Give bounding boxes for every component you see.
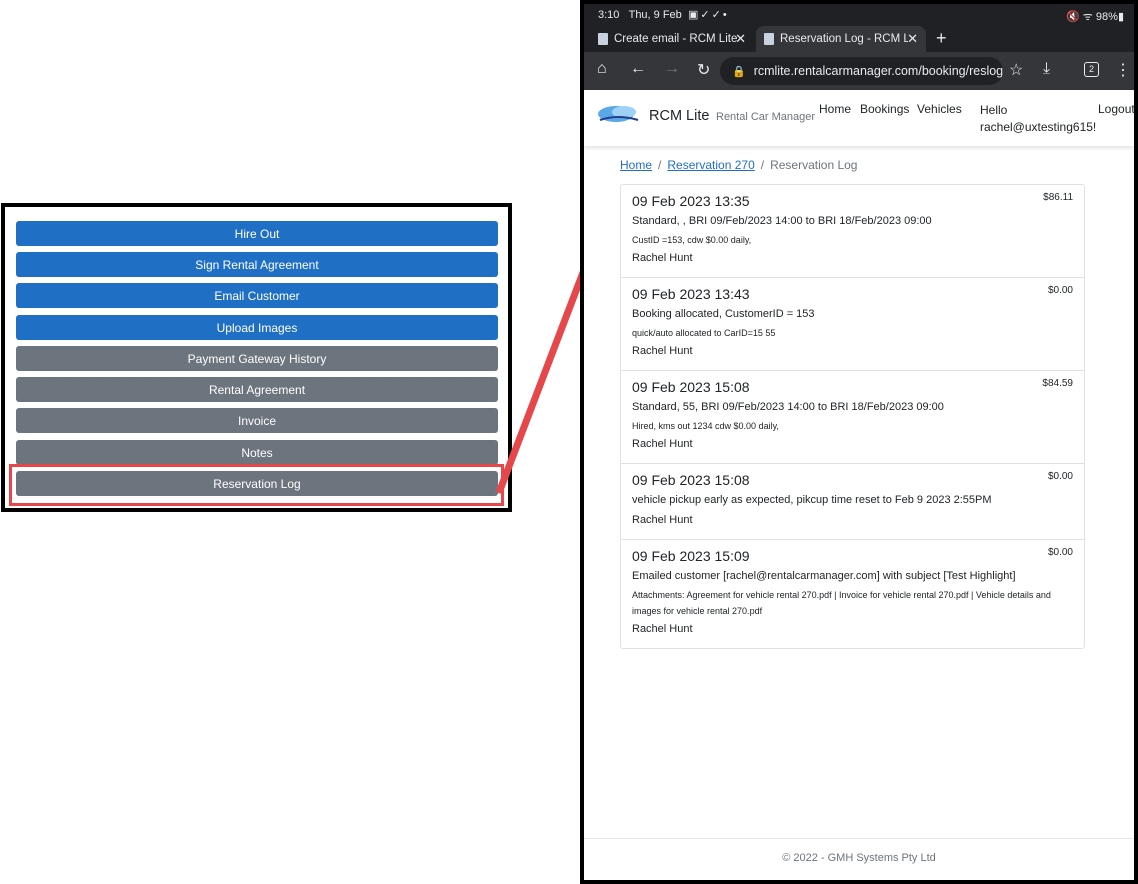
notification-icons: ▣✓✓•	[688, 9, 729, 21]
log-user: Rachel Hunt	[632, 345, 693, 357]
page-icon	[764, 33, 774, 45]
footer-copyright: © 2022 - GMH Systems Pty Ltd	[782, 852, 936, 864]
home-icon[interactable]: ⌂	[597, 60, 607, 78]
site-brand[interactable]: RCM Lite	[649, 108, 709, 124]
back-icon[interactable]: ←	[630, 60, 646, 78]
close-tab-icon[interactable]: ✕	[907, 31, 918, 47]
nav-bookings-link[interactable]: Bookings	[860, 102, 909, 116]
breadcrumb-home-link[interactable]: Home	[620, 158, 652, 172]
log-entry: 09 Feb 2023 15:08 $0.00 vehicle pickup e…	[621, 464, 1084, 540]
notes-button[interactable]: Notes	[16, 440, 498, 465]
log-detail: Attachments: Agreement for vehicle renta…	[632, 590, 1051, 616]
reload-icon[interactable]: ↻	[697, 60, 710, 80]
tab-reservation-log[interactable]: Reservation Log - RCM Lite ✕	[756, 26, 926, 52]
nav-home-link[interactable]: Home	[819, 102, 851, 116]
user-greeting[interactable]: Hello rachel@uxtesting615!	[980, 102, 1096, 136]
new-tab-icon[interactable]: +	[936, 28, 947, 49]
breadcrumb-current: Reservation Log	[770, 158, 858, 172]
bookmark-star-icon[interactable]: ☆	[1009, 60, 1023, 80]
rental-agreement-button[interactable]: Rental Agreement	[16, 377, 498, 402]
site-navbar: RCM Lite Rental Car Manager Home Booking…	[584, 90, 1135, 146]
log-amount: $0.00	[1047, 547, 1073, 558]
forward-icon[interactable]: →	[664, 60, 680, 78]
log-entry: 09 Feb 2023 15:09 $0.00 Emailed customer…	[621, 540, 1084, 648]
log-user: Rachel Hunt	[632, 438, 693, 450]
web-page: RCM Lite Rental Car Manager Home Booking…	[584, 90, 1135, 880]
log-amount: $0.00	[1047, 471, 1073, 482]
log-date: 09 Feb 2023 15:09	[632, 548, 750, 564]
address-bar[interactable]: 🔒 rcmlite.rentalcarmanager.com/booking/r…	[720, 57, 1003, 85]
payment-gateway-history-button[interactable]: Payment Gateway History	[16, 346, 498, 371]
browser-toolbar: ⌂ ← → ↻ 🔒 rcmlite.rentalcarmanager.com/b…	[584, 52, 1134, 90]
log-amount: $0.00	[1047, 285, 1073, 296]
log-amount: $84.59	[1042, 378, 1073, 389]
log-user: Rachel Hunt	[632, 623, 693, 635]
upload-images-button[interactable]: Upload Images	[16, 315, 498, 340]
site-subtitle: Rental Car Manager	[716, 111, 816, 123]
log-entry: 09 Feb 2023 13:43 $0.00 Booking allocate…	[621, 278, 1084, 371]
log-date: 09 Feb 2023 15:08	[632, 379, 750, 395]
log-detail: CustID =153, cdw $0.00 daily,	[632, 235, 752, 245]
invoice-button[interactable]: Invoice	[16, 408, 498, 433]
log-description: Emailed customer [rachel@rentalcarmanage…	[632, 570, 1016, 582]
logout-link[interactable]: Logout	[1098, 102, 1135, 116]
log-user: Rachel Hunt	[632, 514, 693, 526]
browser-tab-bar: Create email - RCM Lite ✕ Reservation Lo…	[584, 26, 1134, 52]
lock-icon: 🔒	[732, 65, 746, 78]
tablet-screen: 3:10 Thu, 9 Feb ▣✓✓• 🔇 ᯤ 98%▮ Create ema…	[580, 0, 1138, 884]
button-callout-panel: Hire Out Sign Rental Agreement Email Cus…	[1, 203, 512, 512]
log-detail: quick/auto allocated to CarID=15 55	[632, 328, 776, 338]
log-description: Standard, , BRI 09/Feb/2023 14:00 to BRI…	[632, 215, 932, 227]
close-tab-icon[interactable]: ✕	[735, 31, 746, 47]
download-icon[interactable]: ⤓	[1043, 60, 1050, 78]
sign-rental-agreement-button[interactable]: Sign Rental Agreement	[16, 252, 498, 277]
menu-icon[interactable]: ⋮	[1115, 60, 1131, 80]
breadcrumb: Home / Reservation 270/Reservation Log	[620, 158, 858, 172]
log-amount: $86.11	[1043, 192, 1073, 203]
log-entry: 09 Feb 2023 15:08 $84.59 Standard, 55, B…	[621, 371, 1084, 464]
log-user: Rachel Hunt	[632, 252, 693, 264]
android-status-bar: 3:10 Thu, 9 Feb ▣✓✓• 🔇 ᯤ 98%▮	[584, 4, 1134, 26]
page-icon	[598, 33, 608, 45]
status-time: 3:10 Thu, 9 Feb	[598, 9, 682, 21]
breadcrumb-reservation-link[interactable]: Reservation 270	[667, 158, 754, 172]
log-date: 09 Feb 2023 13:35	[632, 193, 750, 209]
log-date: 09 Feb 2023 15:08	[632, 472, 750, 488]
log-description: Standard, 55, BRI 09/Feb/2023 14:00 to B…	[632, 401, 944, 413]
battery-indicator: 🔇 ᯤ 98%▮	[1066, 11, 1124, 23]
footer-divider	[584, 838, 1134, 839]
highlight-box	[9, 464, 504, 506]
log-entry: 09 Feb 2023 13:35 $86.11 Standard, , BRI…	[621, 185, 1084, 278]
log-date: 09 Feb 2023 13:43	[632, 286, 750, 302]
hire-out-button[interactable]: Hire Out	[16, 221, 498, 246]
log-description: Booking allocated, CustomerID = 153	[632, 308, 815, 320]
nav-vehicles-link[interactable]: Vehicles	[917, 102, 962, 116]
tab-switcher-button[interactable]: 2	[1084, 62, 1099, 77]
log-description: vehicle pickup early as expected, pikcup…	[632, 494, 992, 506]
tab-create-email[interactable]: Create email - RCM Lite ✕	[590, 26, 754, 52]
rcm-logo[interactable]	[592, 104, 644, 132]
email-customer-button[interactable]: Email Customer	[16, 283, 498, 308]
log-detail: Hired, kms out 1234 cdw $0.00 daily,	[632, 421, 779, 431]
reservation-log-list: 09 Feb 2023 13:35 $86.11 Standard, , BRI…	[620, 184, 1085, 649]
